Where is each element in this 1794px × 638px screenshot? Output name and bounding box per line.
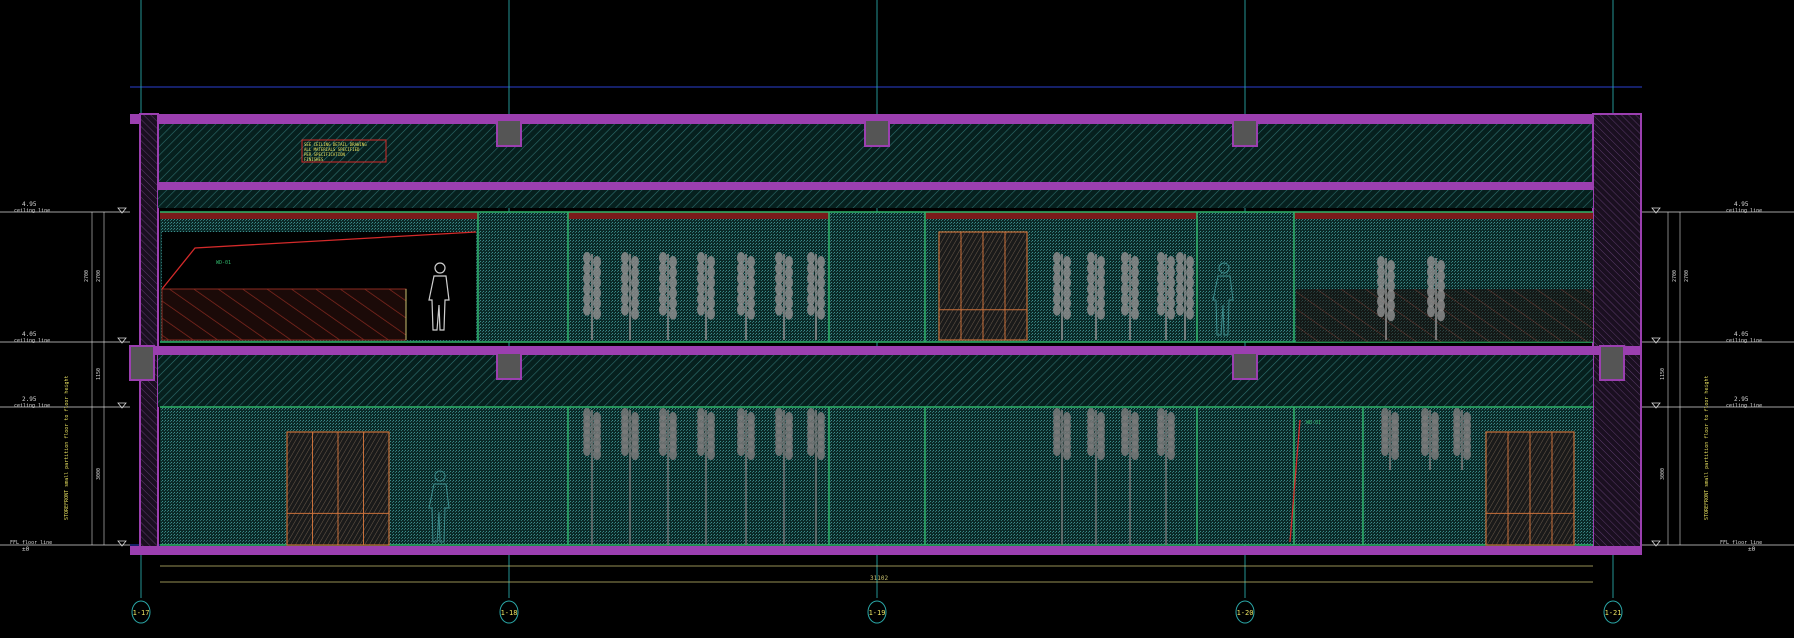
right-level-4-name: FFL floor line: [1720, 540, 1762, 546]
right-side-note: STOREFRONT small partition floor to floo…: [1704, 376, 1710, 521]
grid-label: 1-19: [869, 609, 886, 617]
mid-plenum: [158, 355, 1593, 407]
grid-label: 1-18: [501, 609, 518, 617]
grid-label: 1-20: [1237, 609, 1254, 617]
right-column: [1592, 113, 1642, 555]
left-level-2-value: 4.05: [22, 331, 37, 338]
right-level-2-value: 4.05: [1734, 331, 1749, 338]
right-level-4-value: ±0: [1748, 546, 1756, 553]
upper-ceiling-slab: [158, 182, 1593, 190]
floor-slab: [130, 546, 1642, 555]
right-vdim-3: 3000: [1660, 468, 1666, 480]
right-level-2-name: ceiling line: [1726, 338, 1762, 344]
right-level-1-name: ceiling line: [1726, 208, 1762, 214]
left-column: [139, 113, 159, 555]
left-level-3-value: 2.95: [22, 396, 37, 403]
right-vdim-1: 2700: [1672, 270, 1678, 282]
cabinet-icon: [1485, 431, 1575, 546]
grid-label: 1-17: [133, 609, 150, 617]
left-vdim-1: 2700: [84, 270, 90, 282]
right-level-3-name: ceiling line: [1726, 403, 1762, 409]
elevation-drawing: WD-01 WD-01 SEE CEILING DETAIL DRAWING A…: [0, 0, 1794, 638]
left-level-1-name: ceiling line: [14, 208, 50, 214]
right-vdim-4: 2700: [1684, 270, 1690, 282]
left-side-note: STOREFRONT small partition floor to floo…: [64, 376, 70, 521]
left-level-4-value: ±0: [22, 546, 30, 553]
cabinet-icon: [938, 231, 1028, 341]
cabinet-icon: [286, 431, 390, 546]
right-level-1-value: 4.95: [1734, 201, 1749, 208]
grid-label: 1-21: [1605, 609, 1622, 617]
left-vdim-4: 2700: [96, 270, 102, 282]
left-vdim-2: 1150: [96, 368, 102, 380]
left-level-2-name: ceiling line: [14, 338, 50, 344]
left-level-1-value: 4.95: [22, 201, 37, 208]
right-level-3-value: 2.95: [1734, 396, 1749, 403]
left-vdim-3: 3000: [96, 468, 102, 480]
left-level-4-name: FFL floor line: [10, 540, 52, 546]
left-level-3-name: ceiling line: [14, 403, 50, 409]
material-tag-2: WD-01: [1306, 420, 1321, 426]
total-dimension: 31102: [870, 575, 888, 582]
material-tag-1: WD-01: [216, 260, 231, 266]
note-line-4: FINISHES: [304, 157, 324, 162]
right-vdim-2: 1150: [1660, 368, 1666, 380]
mid-slab: [130, 346, 1642, 355]
